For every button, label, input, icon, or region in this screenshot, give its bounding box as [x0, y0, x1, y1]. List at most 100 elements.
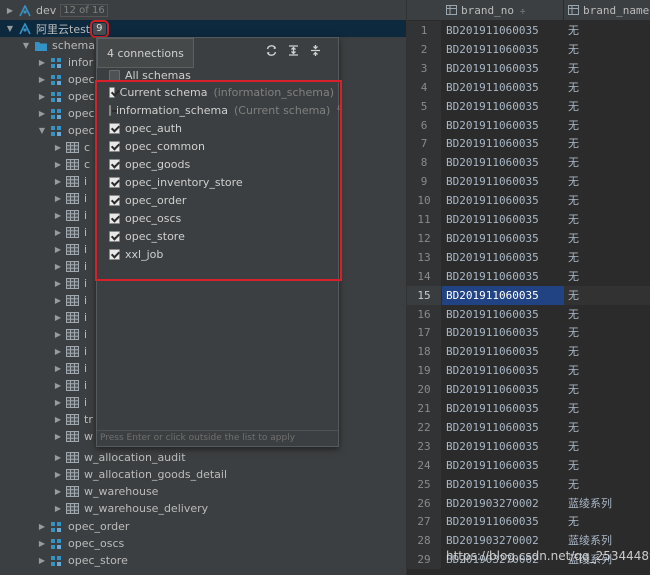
row-number[interactable]: 6 — [407, 115, 441, 135]
grid-row[interactable]: 10 BD201911060035 无 — [407, 191, 650, 211]
grid-row[interactable]: 26 BD201903270002 蓝绫系列 — [407, 493, 650, 513]
cell-brand-no[interactable]: BD201911060035 — [442, 210, 564, 229]
collapse-arrow-icon[interactable]: ▼ — [20, 41, 32, 50]
schema-option-xxl[interactable]: xxl_job — [109, 245, 334, 263]
expand-all-icon[interactable] — [287, 44, 300, 57]
cell-brand-name[interactable]: 无 — [564, 475, 650, 494]
grid-row[interactable]: 21 BD201911060035 无 — [407, 399, 650, 418]
grid-row[interactable]: 12 BD201911060035 无 — [407, 228, 650, 248]
expand-arrow-icon[interactable]: ▶ — [52, 470, 64, 479]
row-number[interactable]: 10 — [407, 191, 441, 211]
expand-arrow-icon[interactable]: ▶ — [52, 143, 64, 152]
expand-arrow-icon[interactable]: ▶ — [52, 381, 64, 390]
grid-row[interactable]: 24 BD201911060035 无 — [407, 455, 650, 475]
expand-arrow-icon[interactable]: ▶ — [52, 453, 64, 462]
cell-brand-name[interactable]: 无 — [564, 267, 650, 286]
cell-brand-name[interactable]: 无 — [564, 285, 650, 305]
cell-brand-no[interactable]: BD201911060035 — [442, 285, 564, 305]
row-number[interactable]: 3 — [407, 58, 441, 78]
cell-brand-name[interactable]: 无 — [564, 248, 650, 267]
cell-brand-name[interactable]: 无 — [564, 40, 650, 59]
cell-brand-no[interactable]: BD201911060035 — [442, 229, 564, 248]
cell-brand-no[interactable]: BD201911060035 — [442, 172, 564, 191]
schema-checkbox[interactable] — [109, 122, 120, 134]
schema-selector-popup[interactable]: 4 connections All schemas Current schema (… — [96, 37, 343, 447]
grid-row[interactable]: 1 BD201911060035 无 — [407, 21, 650, 40]
cell-brand-no[interactable]: BD201911060035 — [442, 134, 564, 153]
expand-arrow-icon[interactable]: ▶ — [36, 522, 48, 531]
cell-brand-name[interactable]: 无 — [564, 512, 650, 531]
expand-arrow-icon[interactable]: ▶ — [52, 262, 64, 271]
grid-row[interactable]: 7 BD201911060035 无 — [407, 134, 650, 154]
schema-option-goods[interactable]: opec_goods — [109, 155, 334, 173]
row-number[interactable]: 12 — [407, 228, 441, 248]
schema-count-badge[interactable]: 9 — [90, 19, 109, 38]
grid-row[interactable]: 18 BD201911060035 无 — [407, 342, 650, 362]
expand-arrow-icon[interactable]: ▶ — [36, 75, 48, 84]
cell-brand-name[interactable]: 无 — [564, 380, 650, 399]
row-number[interactable]: 8 — [407, 153, 441, 173]
expand-arrow-icon[interactable]: ▶ — [52, 245, 64, 254]
expand-arrow-icon[interactable]: ▶ — [52, 415, 64, 424]
cell-brand-name[interactable]: 无 — [564, 78, 650, 97]
row-number[interactable]: 27 — [407, 512, 441, 532]
cell-brand-name[interactable]: 无 — [564, 399, 650, 418]
cell-brand-name[interactable]: 无 — [564, 97, 650, 116]
expand-arrow-icon[interactable]: ▶ — [52, 330, 64, 339]
expand-arrow-icon[interactable]: ▶ — [52, 432, 64, 441]
cell-brand-name[interactable]: 无 — [564, 456, 650, 475]
cell-brand-name[interactable]: 无 — [564, 134, 650, 153]
row-number[interactable]: 29 — [407, 550, 441, 570]
grid-row[interactable]: 8 BD201911060035 无 — [407, 153, 650, 173]
expand-arrow-icon[interactable]: ▶ — [52, 487, 64, 496]
schema-checkbox[interactable] — [109, 86, 115, 98]
cell-brand-no[interactable]: BD201911060035 — [442, 399, 564, 418]
grid-row[interactable]: 22 BD201911060035 无 — [407, 417, 650, 437]
row-number[interactable]: 22 — [407, 417, 441, 437]
cell-brand-name[interactable]: 无 — [564, 210, 650, 229]
expand-arrow-icon[interactable]: ▶ — [52, 177, 64, 186]
row-number[interactable]: 2 — [407, 39, 441, 59]
tree-node-opec_oscs[interactable]: ▶ opec_oscs — [0, 535, 406, 552]
expand-arrow-icon[interactable]: ▶ — [52, 160, 64, 169]
schema-option-common[interactable]: opec_common — [109, 137, 334, 155]
grid-row[interactable]: 9 BD201911060035 无 — [407, 172, 650, 192]
row-number[interactable]: 18 — [407, 342, 441, 362]
schema-checkbox[interactable] — [109, 212, 120, 224]
schema-option-current[interactable]: Current schema (information_schema) — [109, 83, 334, 101]
expand-arrow-icon[interactable]: ▶ — [36, 539, 48, 548]
schema-checkbox[interactable] — [109, 176, 120, 188]
expand-arrow-icon[interactable]: ▶ — [52, 296, 64, 305]
cell-brand-name[interactable]: 无 — [564, 116, 650, 135]
expand-arrow-icon[interactable]: ▶ — [52, 211, 64, 220]
cell-brand-no[interactable]: BD201911060035 — [442, 475, 564, 494]
expand-arrow-icon[interactable]: ▶ — [52, 313, 64, 322]
grid-row[interactable]: 28 BD201903270002 蓝绫系列 — [407, 531, 650, 551]
column-header-brand-name[interactable]: brand_name — [564, 0, 650, 21]
cell-brand-name[interactable]: 无 — [564, 172, 650, 191]
expand-arrow-icon[interactable]: ▶ — [52, 398, 64, 407]
grid-row[interactable]: 14 BD201911060035 无 — [407, 266, 650, 286]
row-number[interactable]: 7 — [407, 134, 441, 154]
grid-row[interactable]: 13 BD201911060035 无 — [407, 247, 650, 267]
cell-brand-no[interactable]: BD201911060035 — [442, 248, 564, 267]
grid-row[interactable]: 4 BD201911060035 无 — [407, 77, 650, 97]
collapse-all-icon[interactable] — [309, 44, 322, 57]
cell-brand-no[interactable]: BD201911060035 — [442, 418, 564, 437]
schema-checkbox[interactable] — [109, 194, 120, 206]
expand-arrow-icon[interactable]: ▶ — [36, 58, 48, 67]
grid-row[interactable]: 23 BD201911060035 无 — [407, 436, 650, 456]
cell-brand-name[interactable]: 无 — [564, 437, 650, 456]
expand-arrow-icon[interactable]: ▶ — [4, 6, 16, 15]
schema-option-oscs[interactable]: opec_oscs — [109, 209, 334, 227]
cell-brand-no[interactable]: BD201911060035 — [442, 437, 564, 456]
expand-arrow-icon[interactable]: ▶ — [52, 194, 64, 203]
row-number[interactable]: 16 — [407, 304, 441, 324]
schema-checkbox[interactable] — [109, 69, 120, 81]
cell-brand-name[interactable]: 蓝绫系列 — [564, 531, 650, 550]
grid-row[interactable]: 27 BD201911060035 无 — [407, 512, 650, 532]
expand-arrow-icon[interactable]: ▶ — [52, 279, 64, 288]
tree-node-aliyun[interactable]: ▼ 阿里云test 9 — [0, 19, 406, 38]
row-number[interactable]: 4 — [407, 77, 441, 97]
cell-brand-no[interactable]: BD201911060035 — [442, 59, 564, 78]
